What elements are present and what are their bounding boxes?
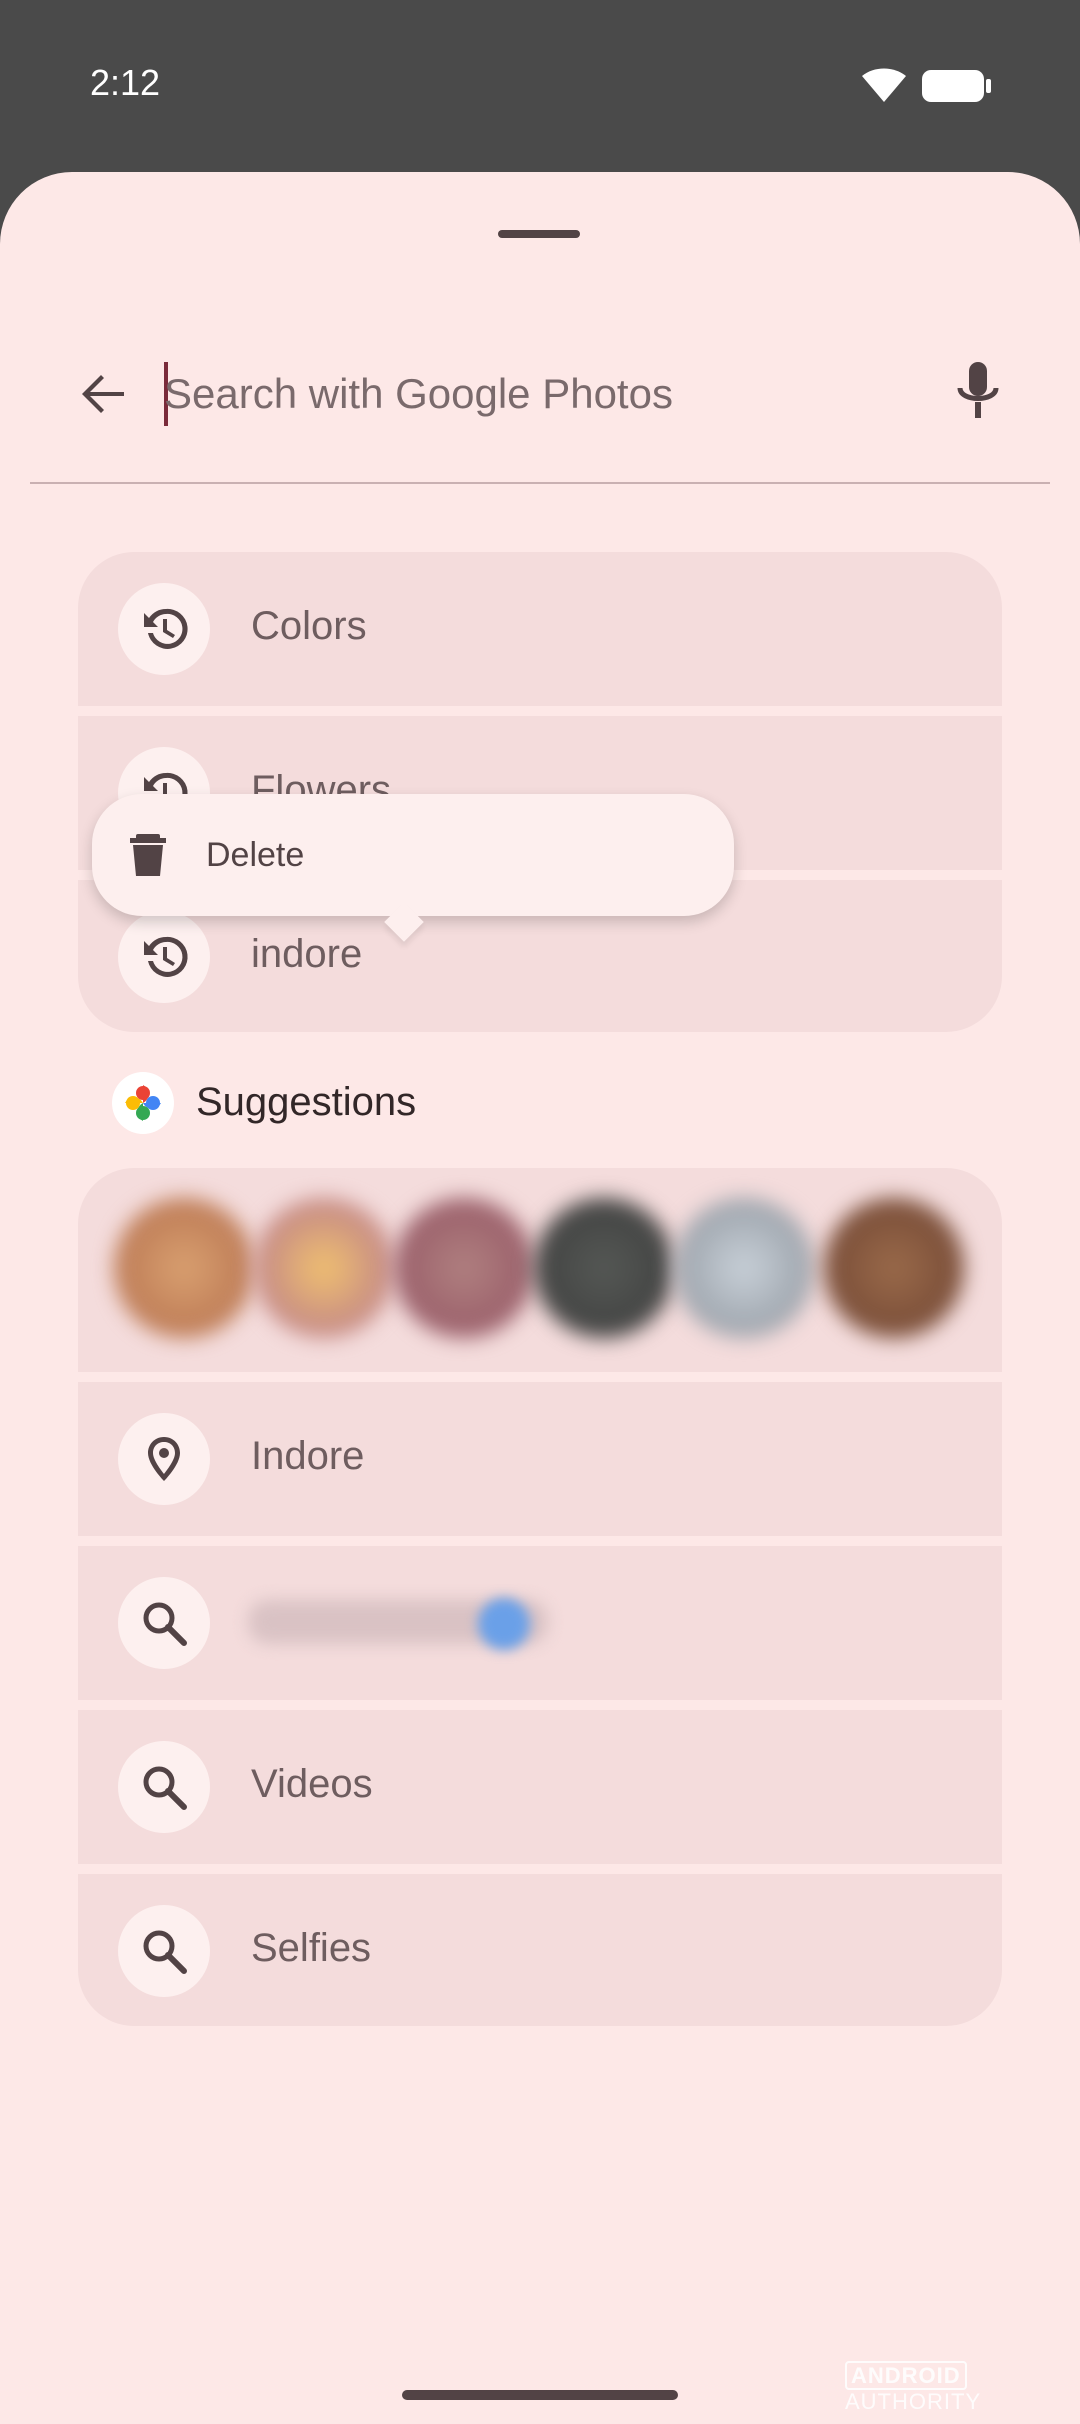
suggestions-list: Indore Videos Selfies xyxy=(78,1168,1002,2026)
face-thumbnail[interactable] xyxy=(254,1198,394,1338)
wifi-icon xyxy=(862,68,906,102)
location-pin-icon xyxy=(148,1437,180,1481)
history-icon-bg xyxy=(118,911,210,1003)
status-bar: 2:12 xyxy=(0,0,1080,172)
face-thumbnail[interactable] xyxy=(114,1198,254,1338)
watermark: ANDROID AUTHORITY xyxy=(845,2361,1080,2415)
suggestion-icon-bg xyxy=(118,1577,210,1669)
suggestion-item-label: Selfies xyxy=(251,1926,372,1970)
history-item-label: Colors xyxy=(251,604,367,648)
suggestion-icon-bg xyxy=(118,1905,210,1997)
face-thumbnail[interactable] xyxy=(394,1198,534,1338)
search-icon xyxy=(143,1602,187,1646)
home-gesture-bar[interactable] xyxy=(402,2390,678,2400)
back-arrow-icon[interactable] xyxy=(72,362,136,426)
delete-label: Delete xyxy=(206,836,305,874)
suggestion-item[interactable] xyxy=(78,1546,1002,1700)
face-thumbnail[interactable] xyxy=(534,1198,674,1338)
suggestions-title: Suggestions xyxy=(196,1080,417,1124)
history-icon-bg xyxy=(118,583,210,675)
history-icon xyxy=(144,608,188,649)
watermark-brand: ANDROID xyxy=(845,2361,967,2390)
history-item-label: indore xyxy=(251,932,363,976)
google-photos-logo xyxy=(112,1072,174,1134)
people-faces-row[interactable] xyxy=(78,1168,1002,1372)
delete-popup[interactable]: Delete xyxy=(92,794,734,942)
status-time: 2:12 xyxy=(90,62,161,103)
battery-icon xyxy=(922,70,991,102)
trash-icon xyxy=(130,834,166,876)
history-icon xyxy=(144,936,188,977)
search-sheet: Colors Flowers indore xyxy=(0,172,1080,2424)
face-thumbnail[interactable] xyxy=(824,1198,964,1338)
search-icon xyxy=(143,1766,187,1810)
history-list: Colors Flowers indore xyxy=(78,552,1002,1032)
suggestion-item[interactable]: Indore xyxy=(78,1382,1002,1536)
suggestion-item[interactable]: Selfies xyxy=(78,1874,1002,2026)
suggestion-icon-bg xyxy=(118,1741,210,1833)
history-item[interactable]: Colors xyxy=(78,552,1002,706)
search-icon xyxy=(143,1930,187,1974)
search-input[interactable] xyxy=(164,358,924,430)
suggestion-icon-bg xyxy=(118,1413,210,1505)
suggestion-item-label: Videos xyxy=(251,1762,373,1806)
microphone-icon[interactable] xyxy=(948,358,1008,428)
drag-handle[interactable] xyxy=(498,230,580,238)
blurred-badge xyxy=(478,1598,530,1650)
search-divider xyxy=(30,482,1050,484)
google-photos-icon xyxy=(125,1085,161,1121)
watermark-brand2: AUTHORITY xyxy=(845,2389,982,2414)
face-thumbnail[interactable] xyxy=(674,1198,814,1338)
suggestion-item[interactable]: Videos xyxy=(78,1710,1002,1864)
suggestion-item-label: Indore xyxy=(251,1434,365,1478)
